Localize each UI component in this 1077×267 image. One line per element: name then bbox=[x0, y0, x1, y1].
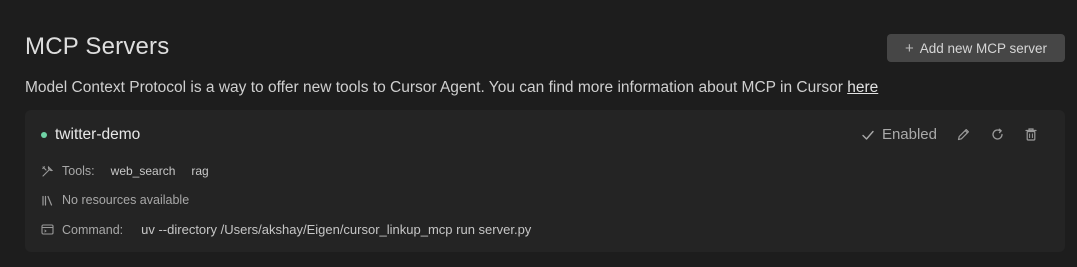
tools-label: Tools: bbox=[62, 164, 95, 178]
tools-row: Tools: web_search rag bbox=[41, 164, 209, 178]
tools-icon bbox=[41, 165, 54, 178]
page-title: MCP Servers bbox=[25, 33, 170, 60]
plus-icon: + bbox=[904, 39, 914, 57]
checkmark-icon bbox=[860, 127, 876, 143]
page-description: Model Context Protocol is a way to offer… bbox=[25, 79, 878, 97]
terminal-icon bbox=[41, 223, 54, 236]
enabled-toggle[interactable]: Enabled bbox=[860, 126, 937, 143]
command-label: Command: bbox=[62, 222, 124, 237]
server-name: twitter-demo bbox=[55, 126, 141, 143]
enabled-label: Enabled bbox=[881, 126, 937, 143]
command-row: Command: uv --directory /Users/akshay/Ei… bbox=[41, 222, 531, 237]
resources-row: No resources available bbox=[41, 193, 189, 207]
trash-icon[interactable] bbox=[1023, 127, 1039, 143]
status-dot bbox=[41, 132, 47, 138]
add-mcp-server-label: Add new MCP server bbox=[919, 40, 1048, 56]
command-value: uv --directory /Users/akshay/Eigen/curso… bbox=[141, 222, 532, 237]
pencil-icon[interactable] bbox=[955, 127, 971, 143]
tool-tag: rag bbox=[191, 164, 209, 178]
resources-icon bbox=[41, 194, 54, 207]
refresh-icon[interactable] bbox=[989, 127, 1005, 143]
mcp-server-card: twitter-demo Enabled Tools: web_search r… bbox=[25, 110, 1065, 252]
server-header: twitter-demo bbox=[41, 126, 140, 144]
tool-tag: web_search bbox=[110, 164, 176, 178]
description-text: Model Context Protocol is a way to offer… bbox=[25, 79, 848, 96]
resources-label: No resources available bbox=[62, 193, 190, 207]
mcp-info-link[interactable]: here bbox=[847, 79, 878, 96]
mcp-servers-page: MCP Servers + Add new MCP server Model C… bbox=[0, 0, 1077, 267]
server-actions: Enabled bbox=[860, 126, 1039, 143]
add-mcp-server-button[interactable]: + Add new MCP server bbox=[887, 34, 1065, 62]
